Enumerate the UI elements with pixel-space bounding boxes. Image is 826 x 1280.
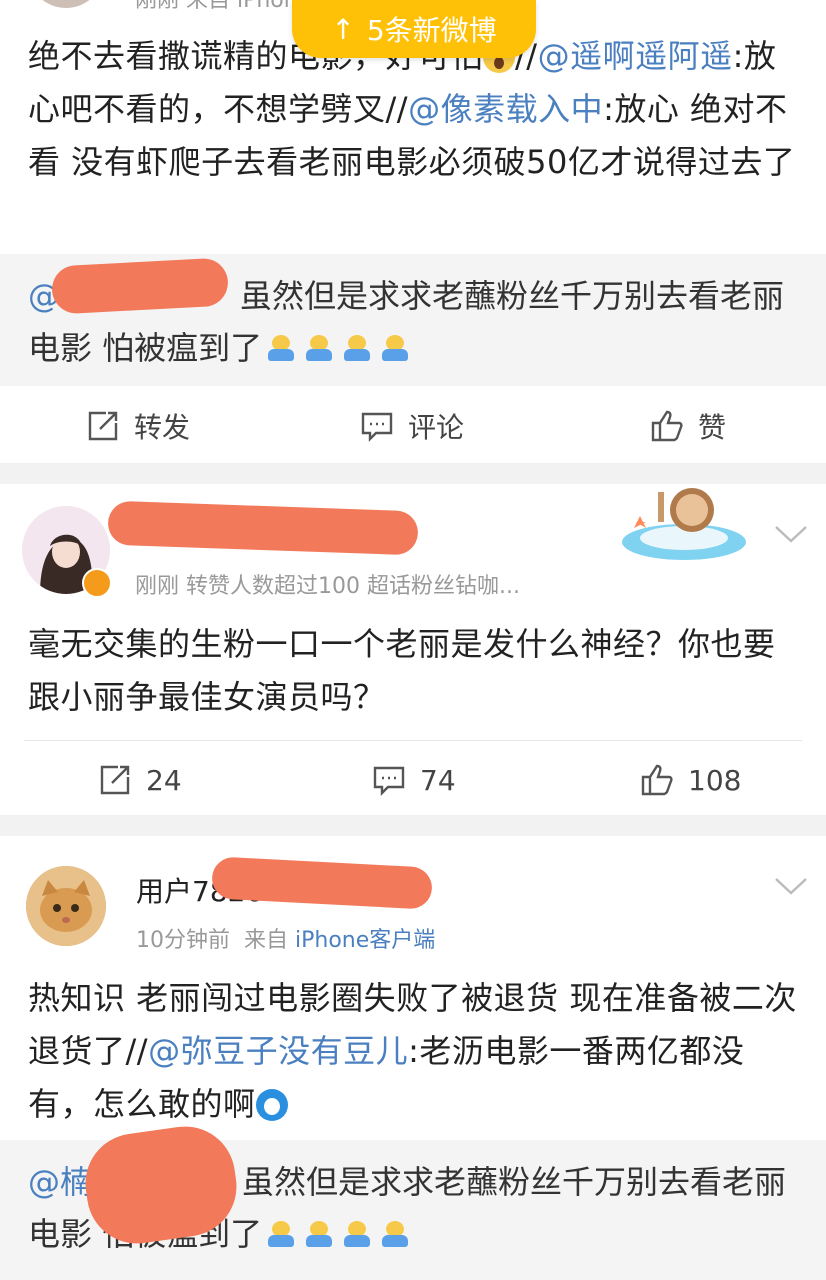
- mention-link[interactable]: @像素载入中: [408, 90, 603, 128]
- post-meta: 刚刚 转赞人数超过100 超话粉丝钻咖...: [135, 574, 520, 599]
- new-posts-label: 5条新微博: [366, 14, 497, 47]
- new-posts-toast[interactable]: ↑ 5条新微博: [292, 0, 536, 58]
- repost-button[interactable]: 转发: [86, 386, 190, 466]
- decoration-badge[interactable]: [614, 484, 754, 564]
- comment-button[interactable]: 评论: [360, 386, 464, 466]
- post-card-1: 刚刚 来自 iPhone 绝不去看撒谎精的电影，好可怕//@遥啊遥阿遥:放心吧不…: [0, 0, 826, 463]
- feed-separator: [0, 463, 826, 484]
- like-button[interactable]: 108: [640, 740, 741, 820]
- post-card-3: 用户782649366 10分钟前 来自 iPhone客户端 热知识 老丽闯过电…: [0, 836, 826, 1280]
- hugging-emoji: [380, 1219, 410, 1249]
- comment-button[interactable]: 74: [372, 740, 456, 820]
- chevron-down-icon[interactable]: [774, 876, 808, 896]
- doraemon-emoji: [255, 1089, 288, 1121]
- like-button[interactable]: 赞: [650, 386, 726, 466]
- arrow-up-icon: ↑: [331, 12, 355, 46]
- comment-icon: [361, 412, 393, 442]
- chevron-down-icon[interactable]: [774, 524, 808, 544]
- hugging-emoji: [266, 333, 296, 363]
- post-text: 热知识 老丽闯过电影圈失败了被退货 现在准备被二次退货了//@弥豆子没有豆儿:老…: [28, 979, 797, 1123]
- repost-icon: [88, 411, 118, 441]
- hugging-emoji: [304, 1219, 334, 1249]
- like-icon: [641, 764, 673, 796]
- avatar[interactable]: [28, 0, 104, 8]
- hugging-emoji: [342, 1219, 372, 1249]
- mention-link[interactable]: @弥豆子没有豆儿: [148, 1032, 408, 1070]
- mention-link[interactable]: @遥啊遥阿遥: [538, 37, 733, 75]
- avatar[interactable]: [26, 866, 106, 946]
- comment-icon: [373, 766, 405, 796]
- hugging-emoji: [266, 1219, 296, 1249]
- feed-separator: [0, 815, 826, 836]
- avatar-image: [26, 866, 106, 946]
- hugging-emoji: [380, 333, 410, 363]
- post-card-2: 刚刚 转赞人数超过100 超话粉丝钻咖... 毫无交集的生粉一口一个老丽是发什么…: [0, 484, 826, 815]
- redaction-mark: [50, 257, 230, 315]
- like-icon: [651, 410, 683, 442]
- action-bar: 转发 评论 赞: [0, 386, 826, 466]
- repost-icon: [100, 765, 130, 795]
- repost-button[interactable]: 24: [98, 740, 182, 820]
- post-text: 毫无交集的生粉一口一个老丽是发什么神经？你也要跟小丽争最佳女演员吗？: [28, 625, 776, 716]
- post-meta: 10分钟前 来自 iPhone客户端: [136, 928, 436, 953]
- hugging-emoji: [342, 333, 372, 363]
- action-bar: 24 74 108: [0, 740, 826, 820]
- redaction-mark: [107, 500, 419, 556]
- source-link[interactable]: iPhone客户端: [295, 928, 435, 953]
- vip-badge: [82, 568, 112, 598]
- hugging-emoji: [304, 333, 334, 363]
- post-meta: 刚刚 来自 iPhone: [135, 0, 312, 13]
